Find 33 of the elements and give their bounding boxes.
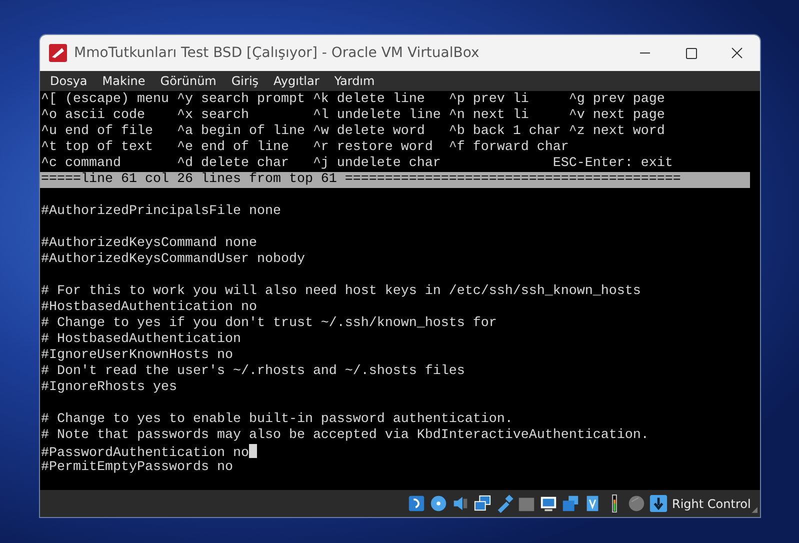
- menu-item[interactable]: Giriş: [223, 74, 266, 88]
- terminal-text-line: # Change to yes if you don't trust ~/.ssh/known_hosts for: [40, 316, 498, 332]
- terminal-text-line: #AuthorizedKeysCommand none: [40, 236, 258, 252]
- speaker-icon[interactable]: [451, 494, 470, 513]
- terminal-text-line: # Don't read the user's ~/.rhosts and ~/.shosts files: [40, 364, 466, 380]
- optical-disc-icon[interactable]: [429, 494, 448, 513]
- terminal-text-line: #HostbasedAuthentication no: [40, 300, 258, 316]
- help-text-line: ^c command ^d delete char ^j undelete char ESC-Enter: exit: [40, 156, 674, 172]
- help-text-line: ^u end of file ^a begin of line ^w delete word ^b back 1 char ^z next word: [40, 124, 666, 140]
- screens-icon[interactable]: [561, 494, 580, 513]
- terminal-text-line: #AuthorizedPrincipalsFile none: [40, 204, 282, 220]
- help-text-line: ^t top of text ^e end of line ^r restore word ^f forward char: [40, 140, 570, 156]
- terminal-text-line: # Note that passwords may also be accepted via KbdInteractiveAuthentication.: [40, 428, 650, 444]
- monitor-icon[interactable]: [539, 494, 558, 513]
- resize-grip-icon[interactable]: [750, 505, 758, 515]
- menu-item[interactable]: Görünüm: [152, 74, 224, 88]
- window-title: MmoTutkunları Test BSD [Çalışıyor] - Oracle VM VirtualBox: [74, 45, 480, 61]
- terminal-text-line: #PasswordAuthentication no: [40, 444, 760, 460]
- host-key-label: Right Control: [672, 496, 751, 510]
- help-text-line: ^o ascii code ^x search ^l undelete line ^n next li ^v next page: [40, 108, 666, 124]
- app-icon: [48, 43, 68, 63]
- menu-item[interactable]: Yardım: [326, 74, 382, 88]
- terminal-text-line: #IgnoreUserKnownHosts no: [40, 348, 234, 364]
- terminal-text-line: #IgnoreRhosts yes: [40, 380, 178, 396]
- terminal-text-line: # HostbasedAuthentication: [40, 332, 242, 348]
- help-text-line: ^[ (escape) menu ^y search prompt ^k delete line ^p prev li ^g prev page: [40, 92, 666, 108]
- menu-item[interactable]: Makine: [94, 74, 152, 88]
- terminal-text-line: # For this to work you will also need host keys in /etc/ssh/ssh_known_hosts: [40, 284, 642, 300]
- menu-item[interactable]: Aygıtlar: [266, 74, 326, 88]
- terminal-text-line: #PermitEmptyPasswords no: [40, 460, 234, 476]
- terminal-text-line: # Change to yes to enable built-in password authentication.: [40, 412, 514, 428]
- terminal-text-line: #AuthorizedKeysCommandUser nobody: [40, 252, 306, 268]
- menu-item[interactable]: Dosya: [42, 74, 94, 88]
